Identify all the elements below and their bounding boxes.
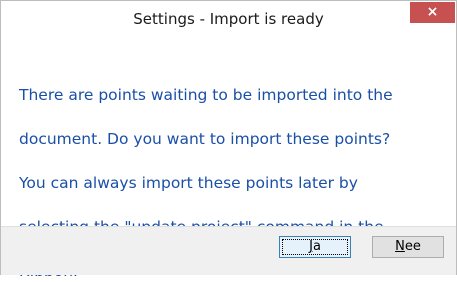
message-line: There are points waiting to be imported …: [19, 86, 393, 104]
dialog-title: Settings - Import is ready: [133, 10, 324, 28]
settings-dialog: Settings - Import is ready × There are p…: [0, 0, 457, 280]
message-line: document. Do you want to import these po…: [19, 130, 391, 148]
nee-mnemonic: N: [395, 239, 405, 254]
message-line: You can always import these points later…: [19, 174, 358, 192]
ja-button[interactable]: Ja: [279, 236, 351, 258]
close-button[interactable]: ×: [410, 2, 455, 23]
nee-button[interactable]: Nee: [372, 236, 444, 258]
button-bar: Ja Nee: [1, 226, 456, 275]
focus-rectangle: [282, 239, 348, 255]
title-bar[interactable]: Settings - Import is ready ×: [1, 1, 456, 37]
close-icon: ×: [426, 4, 439, 20]
nee-label-rest: ee: [404, 239, 421, 254]
